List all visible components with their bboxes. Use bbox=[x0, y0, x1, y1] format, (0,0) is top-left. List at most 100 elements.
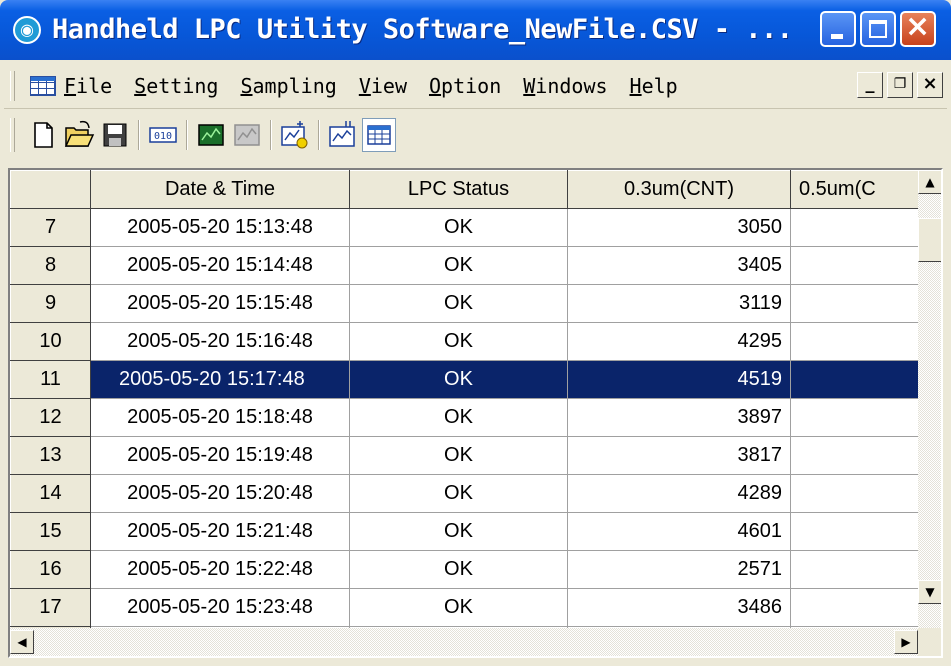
lpc-status-cell[interactable]: OK bbox=[349, 246, 568, 285]
datetime-cell[interactable]: 2005-05-20 15:13:48 bbox=[90, 208, 350, 247]
app-logo-icon[interactable]: ◉ bbox=[13, 16, 41, 44]
menu-item-label: ampling bbox=[252, 74, 337, 98]
count-0-3um-cell[interactable]: 4519 bbox=[567, 360, 791, 399]
counter-display-button[interactable]: 010 bbox=[146, 118, 180, 152]
count-0-3um-cell[interactable]: 3119 bbox=[567, 284, 791, 323]
row-number-cell[interactable]: 10 bbox=[10, 322, 91, 361]
table-row[interactable]: 14 2005-05-20 15:20:48 OK 4289 bbox=[10, 474, 941, 513]
title-bar[interactable]: ◉ Handheld LPC Utility Software_NewFile.… bbox=[0, 0, 951, 60]
datetime-cell[interactable]: 2005-05-20 15:20:48 bbox=[90, 474, 350, 513]
chart-disabled-button[interactable] bbox=[230, 118, 264, 152]
datetime-cell[interactable]: 2005-05-20 15:22:48 bbox=[90, 550, 350, 589]
data-grid[interactable]: Date & Time LPC Status 0.3um(CNT) 0.5um(… bbox=[8, 168, 943, 658]
graph-settings-button[interactable] bbox=[278, 118, 312, 152]
table-row[interactable]: 15 2005-05-20 15:21:48 OK 4601 bbox=[10, 512, 941, 551]
new-file-button[interactable] bbox=[26, 118, 60, 152]
table-row[interactable]: 9 2005-05-20 15:15:48 OK 3119 bbox=[10, 284, 941, 323]
scroll-down-button[interactable]: ▼ bbox=[918, 580, 941, 604]
table-row[interactable]: 8 2005-05-20 15:14:48 OK 3405 bbox=[10, 246, 941, 285]
count-0-3um-cell[interactable]: 3817 bbox=[567, 436, 791, 475]
count-0-3um-cell[interactable]: 4289 bbox=[567, 474, 791, 513]
lpc-status-cell[interactable]: OK bbox=[349, 474, 568, 513]
lpc-status-cell[interactable]: OK bbox=[349, 588, 568, 627]
count-0-3um-cell[interactable]: 2571 bbox=[567, 550, 791, 589]
lpc-status-cell[interactable]: OK bbox=[349, 398, 568, 437]
open-file-button[interactable] bbox=[62, 118, 96, 152]
vertical-scrollbar[interactable]: ▲ ▼ bbox=[918, 170, 941, 628]
menu-item-sampling[interactable]: Sampling bbox=[240, 74, 336, 98]
row-number-cell[interactable]: 11 bbox=[10, 360, 91, 399]
lpc-status-cell[interactable]: OK bbox=[349, 550, 568, 589]
datetime-cell[interactable]: 2005-05-20 15:16:48 bbox=[90, 322, 350, 361]
table-row[interactable]: 7 2005-05-20 15:13:48 OK 3050 bbox=[10, 208, 941, 247]
row-number-cell[interactable]: 15 bbox=[10, 512, 91, 551]
row-number-cell[interactable]: 12 bbox=[10, 398, 91, 437]
menu-item-setting[interactable]: Setting bbox=[134, 74, 218, 98]
lpc-status-cell[interactable]: OK bbox=[349, 284, 568, 323]
save-button[interactable] bbox=[98, 118, 132, 152]
window-title: Handheld LPC Utility Software_NewFile.CS… bbox=[52, 14, 793, 45]
count-0-3um-cell[interactable]: 4601 bbox=[567, 512, 791, 551]
menu-item-help[interactable]: Help bbox=[630, 74, 678, 98]
mdi-minimize-button[interactable]: _ bbox=[857, 72, 883, 98]
lpc-status-cell[interactable]: OK bbox=[349, 208, 568, 247]
vertical-scroll-thumb[interactable] bbox=[918, 218, 941, 262]
column-header-datetime[interactable]: Date & Time bbox=[90, 170, 350, 209]
menu-grip[interactable] bbox=[10, 71, 15, 101]
menu-item-label: indows bbox=[535, 74, 608, 98]
table-row[interactable]: 16 2005-05-20 15:22:48 OK 2571 bbox=[10, 550, 941, 589]
count-0-3um-cell[interactable]: 3486 bbox=[567, 588, 791, 627]
count-0-3um-cell[interactable]: 3405 bbox=[567, 246, 791, 285]
row-number-cell[interactable]: 14 bbox=[10, 474, 91, 513]
datetime-cell[interactable]: 2005-05-20 15:15:48 bbox=[90, 284, 350, 323]
toolbar-separator bbox=[138, 120, 140, 150]
datetime-cell[interactable]: 2005-05-20 15:18:48 bbox=[90, 398, 350, 437]
row-number-cell[interactable]: 13 bbox=[10, 436, 91, 475]
lpc-status-cell[interactable]: OK bbox=[349, 360, 568, 399]
row-number-cell[interactable]: 7 bbox=[10, 208, 91, 247]
scroll-right-button[interactable]: ▶ bbox=[894, 630, 918, 654]
datetime-cell[interactable]: 2005-05-20 15:23:48 bbox=[90, 588, 350, 627]
row-number-cell[interactable]: 9 bbox=[10, 284, 91, 323]
table-row[interactable]: 10 2005-05-20 15:16:48 OK 4295 bbox=[10, 322, 941, 361]
row-number-cell[interactable]: 16 bbox=[10, 550, 91, 589]
lpc-status-cell[interactable]: OK bbox=[349, 436, 568, 475]
row-number-cell[interactable]: 17 bbox=[10, 588, 91, 627]
column-header-0-3um[interactable]: 0.3um(CNT) bbox=[567, 170, 791, 209]
count-0-3um-cell[interactable]: 4295 bbox=[567, 322, 791, 361]
chart-button[interactable] bbox=[194, 118, 228, 152]
count-0-3um-cell[interactable]: 3050 bbox=[567, 208, 791, 247]
menu-item-windows[interactable]: Windows bbox=[523, 74, 607, 98]
menu-item-file[interactable]: File bbox=[64, 74, 112, 98]
lpc-status-cell[interactable]: OK bbox=[349, 512, 568, 551]
corner-header[interactable] bbox=[10, 170, 91, 209]
menu-item-view[interactable]: View bbox=[359, 74, 407, 98]
table-row[interactable]: 11 2005-05-20 15:17:48 OK 4519 bbox=[10, 360, 941, 399]
count-0-3um-cell[interactable]: 3897 bbox=[567, 398, 791, 437]
toolbar-grip[interactable] bbox=[10, 118, 15, 152]
menu-item-mnemonic: S bbox=[134, 74, 147, 98]
horizontal-scrollbar[interactable]: ◀ ▶ bbox=[10, 628, 918, 656]
document-grid-icon[interactable] bbox=[30, 76, 56, 96]
datetime-cell[interactable]: 2005-05-20 15:19:48 bbox=[90, 436, 350, 475]
datetime-cell[interactable]: 2005-05-20 15:17:48 bbox=[90, 360, 350, 399]
lpc-status-cell[interactable]: OK bbox=[349, 322, 568, 361]
datetime-cell[interactable]: 2005-05-20 15:21:48 bbox=[90, 512, 350, 551]
line-chart-button[interactable] bbox=[326, 118, 360, 152]
row-number-cell[interactable]: 8 bbox=[10, 246, 91, 285]
maximize-button[interactable] bbox=[860, 11, 896, 47]
app-window: ◉ Handheld LPC Utility Software_NewFile.… bbox=[0, 0, 951, 666]
scroll-left-button[interactable]: ◀ bbox=[10, 630, 34, 654]
column-header-lpc-status[interactable]: LPC Status bbox=[349, 170, 568, 209]
table-view-button[interactable] bbox=[362, 118, 396, 152]
table-row[interactable]: 12 2005-05-20 15:18:48 OK 3897 bbox=[10, 398, 941, 437]
menu-item-option[interactable]: Option bbox=[429, 74, 501, 98]
table-row[interactable]: 13 2005-05-20 15:19:48 OK 3817 bbox=[10, 436, 941, 475]
mdi-close-button[interactable]: × bbox=[917, 72, 943, 98]
close-button[interactable]: × bbox=[900, 9, 936, 47]
scroll-up-button[interactable]: ▲ bbox=[918, 170, 941, 194]
minimize-button[interactable] bbox=[820, 11, 856, 47]
table-row[interactable]: 17 2005-05-20 15:23:48 OK 3486 bbox=[10, 588, 941, 627]
datetime-cell[interactable]: 2005-05-20 15:14:48 bbox=[90, 246, 350, 285]
mdi-restore-button[interactable]: ❐ bbox=[887, 72, 913, 98]
